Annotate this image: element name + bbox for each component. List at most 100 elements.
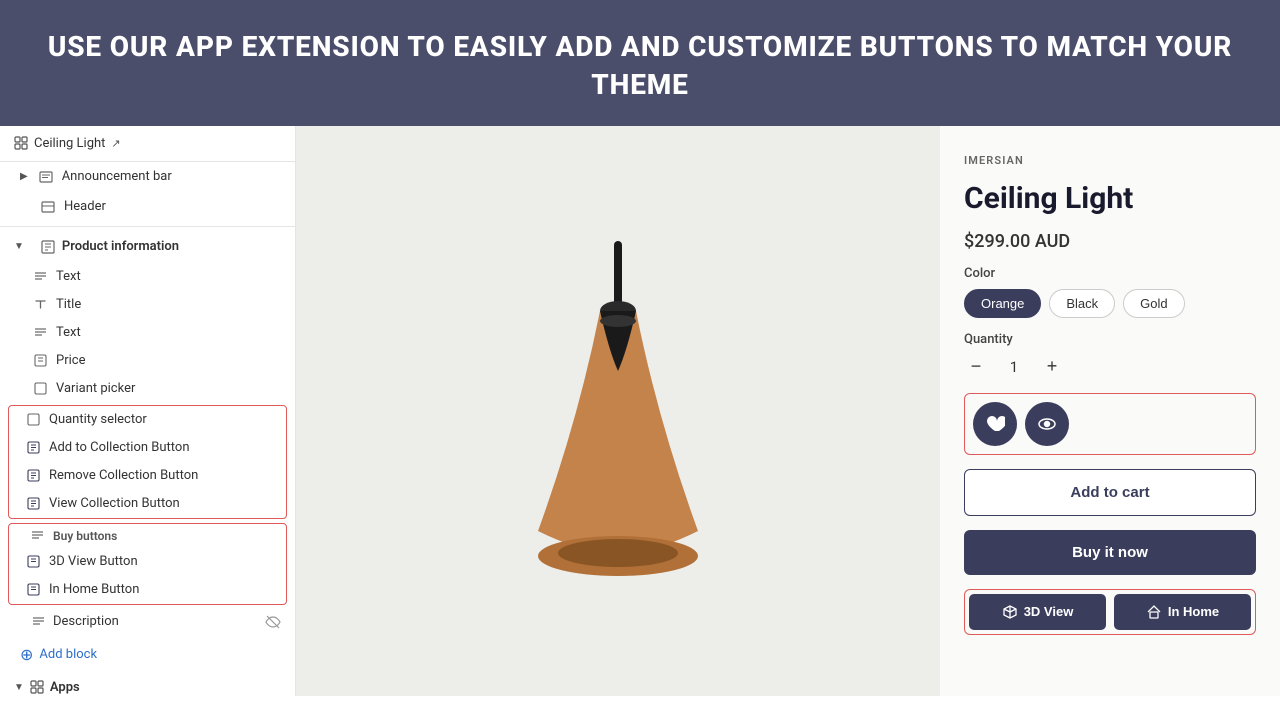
color-options: Orange Black Gold xyxy=(964,289,1256,318)
quantity-selector-label: Quantity selector xyxy=(49,412,147,427)
product-title: Ceiling Light xyxy=(964,181,1256,217)
quantity-section: Quantity − 1 + xyxy=(964,332,1256,379)
buy-buttons-group-label[interactable]: Buy buttons xyxy=(9,524,286,548)
in-home-icon xyxy=(25,582,41,598)
sidebar-item-remove-collection[interactable]: Remove Collection Button xyxy=(9,462,286,490)
apps-icon xyxy=(30,680,44,695)
remove-collection-icon xyxy=(25,468,41,484)
preview-area: IMERSIAN Ceiling Light $299.00 AUD Color… xyxy=(296,126,1280,696)
color-gold-button[interactable]: Gold xyxy=(1123,289,1184,318)
3d-view-icon xyxy=(25,554,41,570)
add-block-label: Add block xyxy=(39,647,97,662)
view-collection-icon xyxy=(25,496,41,512)
header-icon xyxy=(40,199,56,215)
sidebar-item-price[interactable]: Price xyxy=(0,347,295,375)
sidebar-item-view-collection[interactable]: View Collection Button xyxy=(9,490,286,518)
expand-icon: ▶ xyxy=(20,171,28,182)
quantity-increase-button[interactable]: + xyxy=(1040,355,1064,379)
text-1-label: Text xyxy=(56,269,81,284)
quantity-decrease-button[interactable]: − xyxy=(964,355,988,379)
collection-button-row xyxy=(964,393,1256,455)
sidebar: Ceiling Light ↗ ▶ Announcement bar Heade… xyxy=(0,126,296,696)
apps-label: Apps xyxy=(50,680,80,695)
variant-picker-icon xyxy=(32,381,48,397)
sidebar-item-header[interactable]: Header xyxy=(0,192,295,222)
color-section: Color Orange Black Gold xyxy=(964,266,1256,318)
color-black-button[interactable]: Black xyxy=(1049,289,1115,318)
banner: USE OUR APP EXTENSION TO EASILY ADD AND … xyxy=(0,0,1280,126)
remove-collection-label: Remove Collection Button xyxy=(49,468,198,483)
in-home-button-icon xyxy=(1146,604,1162,620)
chevron-down-icon: ▼ xyxy=(14,241,24,252)
buy-now-button[interactable]: Buy it now xyxy=(964,530,1256,575)
buy-buttons-label: Buy buttons xyxy=(53,529,117,543)
price-label: Price xyxy=(56,353,85,368)
sidebar-page-title[interactable]: Ceiling Light ↗ xyxy=(0,126,295,162)
product-price: $299.00 AUD xyxy=(964,231,1256,252)
sidebar-item-title[interactable]: Title xyxy=(0,291,295,319)
3d-view-button[interactable]: 3D View xyxy=(969,594,1106,630)
add-collection-label: Add to Collection Button xyxy=(49,440,190,455)
product-info-label: Product information xyxy=(62,239,179,254)
sidebar-item-text-1[interactable]: Text xyxy=(0,263,295,291)
sidebar-grid-icon xyxy=(14,136,28,150)
title-icon xyxy=(32,297,48,313)
product-brand: IMERSIAN xyxy=(964,154,1256,167)
product-lamp-image xyxy=(508,241,728,581)
buy-buttons-red-group: Buy buttons 3D View Button In Home Butto… xyxy=(8,523,287,605)
sidebar-item-text-2[interactable]: Text xyxy=(0,319,295,347)
in-home-label: In Home Button xyxy=(49,582,139,597)
sidebar-item-add-collection[interactable]: Add to Collection Button xyxy=(9,434,286,462)
3d-view-button-label: 3D View xyxy=(1024,604,1074,619)
text-icon-1 xyxy=(32,269,48,285)
hide-icon[interactable] xyxy=(265,614,281,630)
view-collection-button[interactable] xyxy=(1025,402,1069,446)
quantity-value: 1 xyxy=(1004,358,1024,376)
add-block-icon: ⊕ xyxy=(20,645,33,664)
description-label: Description xyxy=(53,614,119,629)
header-label: Header xyxy=(64,199,106,214)
apps-chevron-icon: ▼ xyxy=(14,682,24,693)
quantity-control: − 1 + xyxy=(964,355,1256,379)
sidebar-item-description[interactable]: Description xyxy=(0,607,295,637)
sidebar-apps[interactable]: ▼ Apps xyxy=(0,672,295,696)
title-label: Title xyxy=(56,297,81,312)
3d-view-label: 3D View Button xyxy=(49,554,138,569)
sidebar-item-in-home[interactable]: In Home Button xyxy=(9,576,286,604)
announcement-bar-icon xyxy=(38,169,54,185)
sidebar-item-variant-picker[interactable]: Variant picker xyxy=(0,375,295,403)
product-details: IMERSIAN Ceiling Light $299.00 AUD Color… xyxy=(940,126,1280,696)
in-home-button-label: In Home xyxy=(1168,604,1219,619)
product-info-icon xyxy=(40,239,56,255)
page-title-label: Ceiling Light xyxy=(34,136,105,151)
color-label: Color xyxy=(964,266,1256,281)
view-collection-label: View Collection Button xyxy=(49,496,180,511)
variant-picker-label: Variant picker xyxy=(56,381,135,396)
announcement-bar-label: Announcement bar xyxy=(62,169,172,184)
buy-now-label: Buy it now xyxy=(1072,544,1148,561)
in-home-button[interactable]: In Home xyxy=(1114,594,1251,630)
buy-buttons-icon xyxy=(29,528,45,544)
add-to-wishlist-button[interactable] xyxy=(973,402,1017,446)
add-to-cart-label: Add to cart xyxy=(1070,484,1149,501)
sidebar-item-announcement-bar[interactable]: ▶ Announcement bar xyxy=(0,162,295,192)
product-image-area xyxy=(296,126,940,696)
main-layout: Ceiling Light ↗ ▶ Announcement bar Heade… xyxy=(0,126,1280,696)
collection-red-group: Quantity selector Add to Collection Butt… xyxy=(8,405,287,519)
view-button-row: 3D View In Home xyxy=(964,589,1256,635)
sidebar-add-block[interactable]: ⊕ Add block xyxy=(0,637,295,672)
sidebar-item-quantity-selector[interactable]: Quantity selector xyxy=(9,406,286,434)
external-link-icon: ↗ xyxy=(111,137,120,150)
add-to-cart-button[interactable]: Add to cart xyxy=(964,469,1256,516)
sidebar-item-3d-view[interactable]: 3D View Button xyxy=(9,548,286,576)
text-icon-2 xyxy=(32,325,48,341)
sidebar-section-product-info[interactable]: ▼ Product information xyxy=(0,231,295,263)
3d-view-button-icon xyxy=(1002,604,1018,620)
add-collection-icon xyxy=(25,440,41,456)
quantity-selector-icon xyxy=(25,412,41,428)
text-2-label: Text xyxy=(56,325,81,340)
color-orange-button[interactable]: Orange xyxy=(964,289,1041,318)
quantity-label: Quantity xyxy=(964,332,1256,347)
description-icon xyxy=(32,614,45,629)
price-icon xyxy=(32,353,48,369)
